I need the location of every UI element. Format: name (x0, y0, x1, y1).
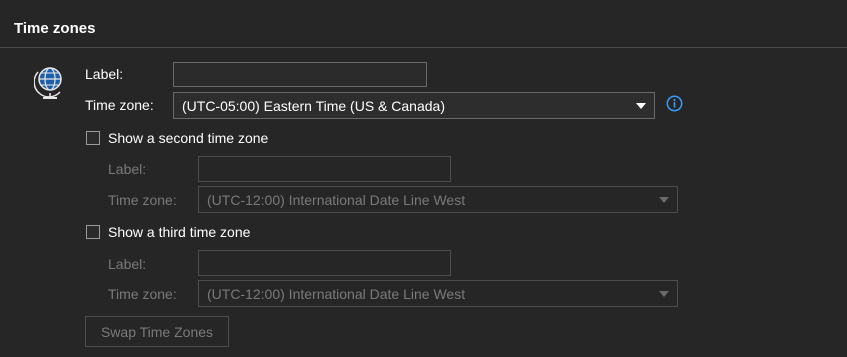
primary-timezone-caption: Time zone: (85, 97, 154, 113)
third-timezone-value: (UTC-12:00) International Date Line West (207, 285, 466, 302)
primary-timezone-value: (UTC-05:00) Eastern Time (US & Canada) (182, 97, 445, 114)
chevron-down-icon (636, 102, 646, 109)
third-timezone-checkbox[interactable] (86, 225, 100, 239)
info-icon[interactable] (666, 95, 683, 112)
third-timezone-select[interactable]: (UTC-12:00) International Date Line West (198, 280, 678, 307)
second-timezone-value: (UTC-12:00) International Date Line West (207, 191, 466, 208)
section-divider (0, 47, 847, 48)
third-timezone-caption: Time zone: (108, 286, 177, 302)
third-label-input[interactable] (198, 250, 451, 276)
primary-label-input[interactable] (173, 62, 427, 87)
second-timezone-checkbox[interactable] (86, 131, 100, 145)
second-label-caption: Label: (108, 161, 147, 177)
section-title: Time zones (14, 20, 96, 37)
primary-timezone-select[interactable]: (UTC-05:00) Eastern Time (US & Canada) (173, 92, 655, 119)
third-timezone-checkbox-label[interactable]: Show a third time zone (108, 224, 250, 240)
second-label-input[interactable] (198, 156, 451, 182)
globe-icon (33, 64, 66, 100)
second-timezone-checkbox-label[interactable]: Show a second time zone (108, 130, 268, 146)
swap-time-zones-button[interactable]: Swap Time Zones (85, 316, 229, 347)
time-zones-panel: Time zones Label: Time zone: (UTC-05:00)… (0, 0, 847, 357)
second-timezone-caption: Time zone: (108, 192, 177, 208)
third-label-caption: Label: (108, 256, 147, 272)
primary-label-caption: Label: (85, 66, 124, 82)
chevron-down-icon (659, 196, 669, 203)
second-timezone-select[interactable]: (UTC-12:00) International Date Line West (198, 186, 678, 213)
chevron-down-icon (659, 290, 669, 297)
